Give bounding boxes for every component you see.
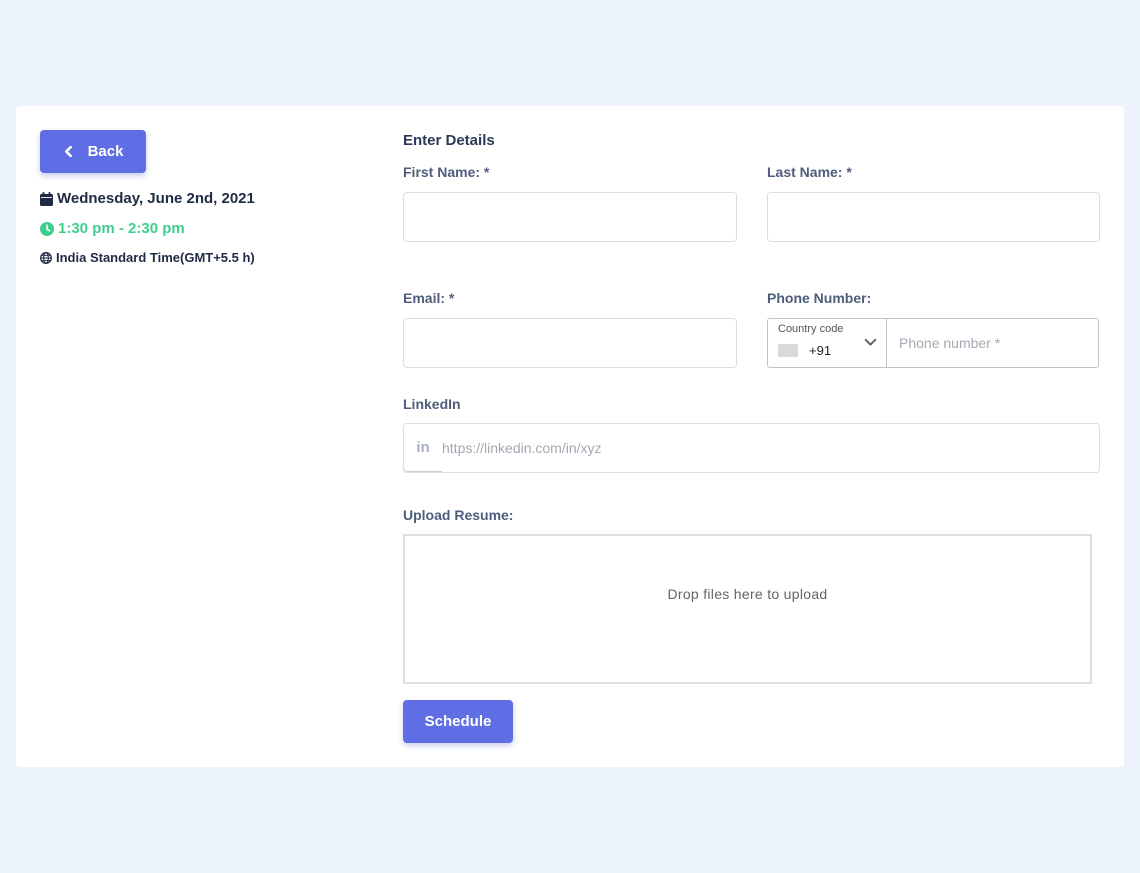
- linkedin-label: LinkedIn: [403, 396, 461, 412]
- first-name-input[interactable]: [403, 192, 737, 242]
- upload-resume-label: Upload Resume:: [403, 507, 514, 523]
- back-button-label: Back: [87, 143, 124, 160]
- meeting-date-text: Wednesday, June 2nd, 2021: [57, 190, 255, 207]
- back-button[interactable]: Back: [40, 130, 146, 173]
- country-code-caption: Country code: [778, 323, 844, 335]
- phone-number-input[interactable]: [887, 319, 1098, 367]
- dropzone-text: Drop files here to upload: [667, 586, 828, 602]
- flag-icon: [778, 344, 798, 357]
- phone-number-field: Country code +91: [767, 318, 1099, 368]
- resume-dropzone[interactable]: Drop files here to upload: [403, 534, 1092, 684]
- meeting-timezone-text: India Standard Time(GMT+5.5 h): [56, 250, 255, 265]
- linkedin-field: in: [403, 423, 1100, 473]
- linkedin-icon: in: [404, 424, 442, 472]
- linkedin-input[interactable]: [442, 424, 1099, 472]
- chevron-left-icon: [64, 146, 72, 157]
- email-input[interactable]: [403, 318, 737, 368]
- last-name-input[interactable]: [767, 192, 1100, 242]
- first-name-label: First Name: *: [403, 164, 490, 180]
- chevron-down-icon: [864, 338, 877, 346]
- meeting-time: 1:30 pm - 2:30 pm: [40, 220, 185, 237]
- booking-card: Back Wednesday, June 2nd, 2021 1:30 pm -…: [16, 106, 1124, 767]
- calendar-icon: [40, 191, 53, 206]
- meeting-time-text: 1:30 pm - 2:30 pm: [58, 220, 185, 237]
- schedule-button[interactable]: Schedule: [403, 700, 513, 743]
- dial-code: +91: [809, 343, 832, 358]
- globe-icon: [40, 251, 52, 264]
- form-title: Enter Details: [403, 132, 495, 149]
- country-code-select[interactable]: Country code +91: [768, 319, 887, 367]
- meeting-timezone: India Standard Time(GMT+5.5 h): [40, 250, 255, 265]
- clock-icon: [40, 221, 54, 236]
- phone-number-label: Phone Number:: [767, 290, 872, 306]
- email-label: Email: *: [403, 290, 455, 306]
- last-name-label: Last Name: *: [767, 164, 852, 180]
- meeting-date: Wednesday, June 2nd, 2021: [40, 190, 255, 207]
